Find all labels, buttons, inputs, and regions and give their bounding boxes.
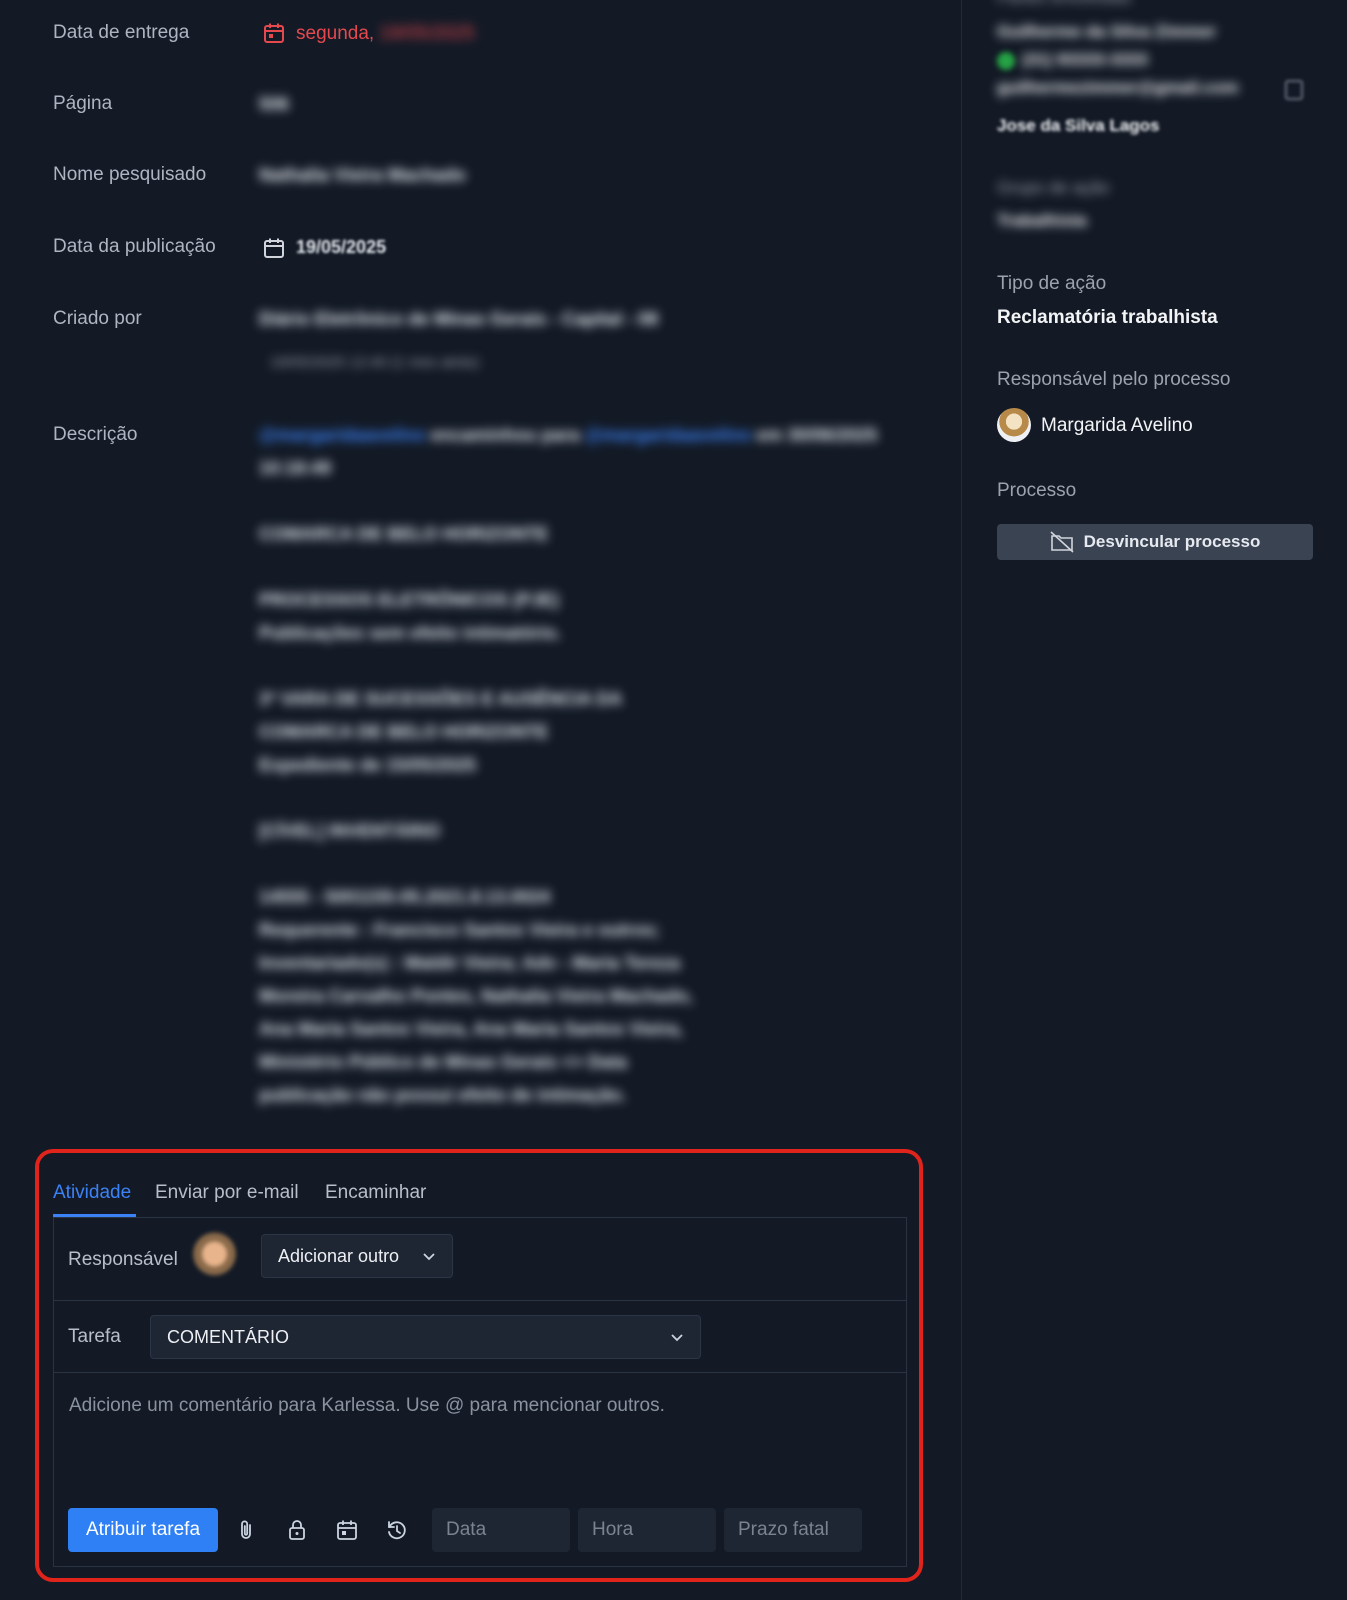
party2-name: Jose da Silva Lagos	[997, 116, 1160, 135]
add-other-label: Adicionar outro	[278, 1245, 400, 1266]
description-header: @margaridaavelino encaminhou para @marga…	[259, 419, 909, 485]
label-created-by: Criado por	[53, 308, 142, 329]
divider	[53, 1372, 907, 1373]
mention-link[interactable]: @margaridaavelino	[259, 425, 426, 445]
description-line: Ministério Público de Minas Gerais <> Da…	[259, 1052, 628, 1072]
chevron-down-icon	[423, 1253, 435, 1261]
label-publication-date: Data da publicação	[53, 236, 216, 257]
whatsapp-icon	[997, 52, 1015, 70]
chevron-down-icon	[671, 1334, 683, 1342]
label-description: Descrição	[53, 424, 138, 445]
label-delivery-date: Data de entrega	[53, 22, 190, 43]
avatar	[997, 408, 1031, 442]
process-label: Processo	[997, 480, 1077, 501]
party-phone: (31) 93333-3333	[1022, 50, 1148, 69]
description-line	[259, 848, 909, 881]
description-line: PROCESSOS ELETRÔNICOS (PJE)	[259, 590, 560, 610]
description-line	[259, 551, 909, 584]
label-page: Página	[53, 93, 113, 114]
lock-icon[interactable]	[285, 1518, 309, 1542]
description-body: COMARCA DE BELO HORIZONTE PROCESSOS ELET…	[259, 518, 909, 1112]
unlink-process-label: Desvincular processo	[1083, 532, 1261, 551]
assign-task-button[interactable]: Atribuir tarefa	[68, 1508, 218, 1552]
unlink-folder-icon	[1050, 531, 1074, 553]
description-text: em 30/06/2025	[756, 425, 878, 445]
add-other-select[interactable]: Adicionar outro	[261, 1234, 453, 1278]
calendar-icon	[264, 23, 284, 43]
description-line: COMARCA DE BELO HORIZONTE	[259, 722, 549, 742]
page-value: 506	[259, 94, 290, 114]
deadline-input[interactable]: Prazo fatal	[724, 1508, 862, 1552]
tab-send-email[interactable]: Enviar por e-mail	[155, 1182, 299, 1204]
description-text: encaminhou para	[430, 425, 580, 445]
unlink-process-button[interactable]: Desvincular processo	[997, 524, 1313, 560]
task-select[interactable]: COMENTÁRIO	[150, 1315, 701, 1359]
description-line: COMARCA DE BELO HORIZONTE	[259, 524, 549, 544]
description-line: Moreira Carvalho Pontes, Nathalia Vieira…	[259, 986, 693, 1006]
action-type-value: Reclamatória trabalhista	[997, 307, 1218, 328]
description-line: Expediente de 15/05/2025	[259, 755, 477, 775]
responsible-label: Responsável pelo processo	[997, 369, 1231, 390]
description-line: Inventariado(s) : Waldir Vieira; Adv - M…	[259, 953, 681, 973]
delivery-date: 19/05/2025	[379, 23, 475, 44]
delivery-day: segunda,	[296, 23, 375, 44]
responsible-field-label: Responsável	[68, 1249, 178, 1270]
task-value: COMENTÁRIO	[167, 1326, 290, 1347]
description-line	[259, 650, 909, 683]
task-field-label: Tarefa	[68, 1326, 121, 1347]
avatar[interactable]	[192, 1232, 242, 1276]
description-line: [CÍVEL] INVENTÁRIO	[259, 821, 441, 841]
tab-activity[interactable]: Atividade	[53, 1182, 131, 1204]
description-line	[259, 782, 909, 815]
description-line: Ana Maria Santos Vieira, Ana Maria Santo…	[259, 1019, 683, 1039]
action-group-value: Trabalhista	[997, 211, 1087, 230]
action-type-label: Tipo de ação	[997, 273, 1107, 294]
comment-input[interactable]: Adicione um comentário para Karlessa. Us…	[69, 1395, 665, 1417]
copy-icon[interactable]	[1285, 80, 1303, 100]
description-time: 10:18:49	[259, 458, 332, 478]
delivery-date-value: segunda, 19/05/2025	[296, 23, 475, 45]
action-group-label: Grupo de ação	[997, 178, 1110, 197]
time-input[interactable]: Hora	[578, 1508, 716, 1552]
party-email: guilhermezimmer@gmail.com	[997, 78, 1239, 97]
description-line: 14555 - 5001155-05.2021.8.13.0024	[259, 887, 551, 907]
party-name: Guilherme da Silva Zimmer	[997, 22, 1217, 41]
history-icon[interactable]	[385, 1518, 409, 1542]
description-line: 3ª VARA DE SUCESSÕES E AUSÊNCIA DA	[259, 689, 623, 709]
responsible-name: Margarida Avelino	[1041, 415, 1193, 436]
description-line: Requerente : Francisco Santos Vieira e o…	[259, 920, 660, 940]
divider	[53, 1300, 907, 1301]
label-searched-name: Nome pesquisado	[53, 164, 207, 185]
calendar-icon[interactable]	[335, 1518, 359, 1542]
calendar-icon	[264, 238, 284, 258]
description-line: publicação não possui efeito de intimaçã…	[259, 1085, 627, 1105]
publication-date-value: 19/05/2025	[296, 237, 387, 257]
tab-forward[interactable]: Encaminhar	[325, 1182, 426, 1204]
searched-name-value: Nathalia Vieira Machado	[259, 165, 466, 185]
parties-label: Partes envolvidas	[997, 0, 1131, 8]
date-input[interactable]: Data	[432, 1508, 570, 1552]
column-divider	[961, 0, 962, 1600]
created-at-value: 19/05/2025 12:40 (1 mes atrás)	[270, 354, 480, 371]
mention-link[interactable]: @margaridaavelino	[585, 425, 752, 445]
created-by-value: Diário Eletrônico de Minas Gerais - Capi…	[259, 309, 659, 329]
paperclip-icon[interactable]	[234, 1518, 258, 1542]
description-line: Publicações sem efeito intimatório.	[259, 623, 562, 643]
